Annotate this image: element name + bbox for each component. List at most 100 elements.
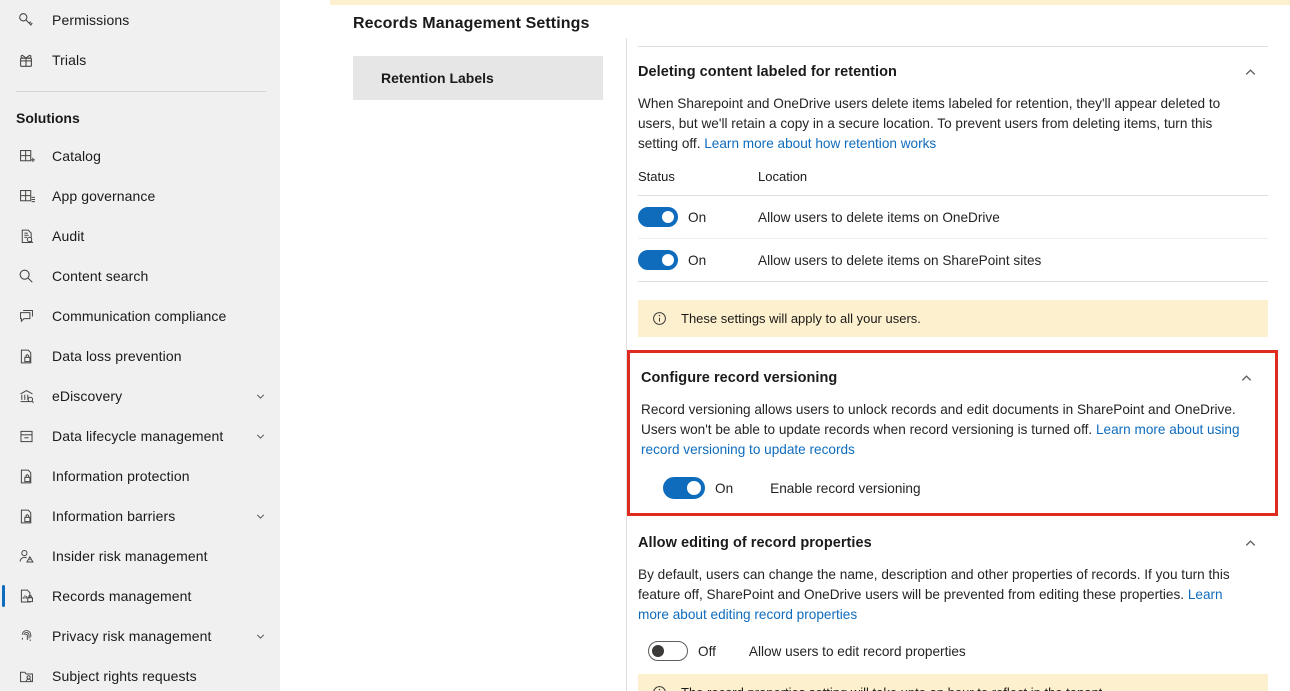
toggle-enable-record-versioning[interactable] <box>663 477 705 499</box>
chevron-down-icon[interactable] <box>254 430 268 443</box>
section-deleting-content: Deleting content labeled for retention W… <box>638 46 1268 337</box>
sidebar-item-label: Content search <box>52 268 149 284</box>
sidebar-item-information-protection[interactable]: Information protection <box>0 456 280 496</box>
sidebar-item-insider-risk-management[interactable]: Insider risk management <box>0 536 280 576</box>
sidebar-item-catalog[interactable]: Catalog <box>0 136 280 176</box>
section-header-record-properties[interactable]: Allow editing of record properties <box>638 516 1268 554</box>
toggle-state-label: On <box>688 252 707 268</box>
sidebar-item-records-management[interactable]: Records management <box>0 576 280 616</box>
status-cell: On <box>638 250 758 270</box>
settings-nav-pane: Retention Labels <box>280 38 627 691</box>
section-allow-editing-record-properties: Allow editing of record properties By de… <box>638 516 1268 691</box>
settings-detail-pane: Deleting content labeled for retention W… <box>627 38 1290 691</box>
section-header-record-versioning[interactable]: Configure record versioning <box>641 363 1264 389</box>
toggle-state-label: On <box>715 480 734 496</box>
sidebar-item-label: Privacy risk management <box>52 628 212 644</box>
sidebar-item-subject-rights-requests[interactable]: Subject rights requests <box>0 656 280 691</box>
toggle-allow-edit-record-properties[interactable] <box>648 641 688 661</box>
chevron-up-icon[interactable] <box>1234 532 1266 554</box>
grid-plus-icon <box>16 146 36 166</box>
chat-icon <box>16 306 36 326</box>
gift-icon <box>16 50 36 70</box>
record-versioning-toggle-row: On Enable record versioning <box>641 477 1264 499</box>
sidebar-item-audit[interactable]: Audit <box>0 216 280 256</box>
chevron-up-icon[interactable] <box>1230 367 1262 389</box>
sidebar-item-label: Insider risk management <box>52 548 208 564</box>
left-navigation: Permissions Trials Solutions Catalog App… <box>0 0 280 691</box>
sidebar-item-label: Communication compliance <box>52 308 227 324</box>
tab-label: Retention Labels <box>381 70 494 86</box>
person-warning-icon <box>16 546 36 566</box>
sidebar-item-trials[interactable]: Trials <box>0 40 280 80</box>
sidebar-item-data-lifecycle-management[interactable]: Data lifecycle management <box>0 416 280 456</box>
toggle-state-label: On <box>688 209 707 225</box>
sidebar-item-label: Records management <box>52 588 192 604</box>
toggle-description-label: Allow users to edit record properties <box>748 643 966 659</box>
document-lock-icon <box>16 466 36 486</box>
tab-retention-labels[interactable]: Retention Labels <box>353 56 603 100</box>
main-content: Records Management Settings Retention La… <box>280 0 1290 691</box>
table-header: Status Location <box>638 169 1268 196</box>
sidebar-item-label: eDiscovery <box>52 388 123 404</box>
info-icon <box>652 311 670 326</box>
sidebar-item-information-barriers[interactable]: Information barriers <box>0 496 280 536</box>
sidebar-item-label: Data lifecycle management <box>52 428 224 444</box>
sidebar-item-label: Data loss prevention <box>52 348 182 364</box>
document-search-icon <box>16 226 36 246</box>
sidebar-group-title-solutions: Solutions <box>16 110 80 126</box>
sidebar-item-content-search[interactable]: Content search <box>0 256 280 296</box>
toggle-description-label: Enable record versioning <box>770 480 921 496</box>
search-icon <box>16 266 36 286</box>
section-description: When Sharepoint and OneDrive users delet… <box>638 94 1250 154</box>
info-banner-all-users: These settings will apply to all your us… <box>638 300 1268 337</box>
sidebar-item-ediscovery[interactable]: eDiscovery <box>0 376 280 416</box>
content-row: Retention Labels Deleting content labele… <box>280 38 1290 691</box>
document-lock-icon <box>16 346 36 366</box>
location-cell: Allow users to delete items on SharePoin… <box>758 252 1042 268</box>
archive-icon <box>16 426 36 446</box>
column-header-status: Status <box>638 169 675 184</box>
toggle-knob <box>662 211 674 223</box>
location-cell: Allow users to delete items on OneDrive <box>758 209 1000 225</box>
sidebar-item-label: Catalog <box>52 148 101 164</box>
info-banner-text: The record properties setting will take … <box>681 685 1106 691</box>
document-chart-lock-icon <box>16 586 36 606</box>
section-title: Configure record versioning <box>641 370 838 386</box>
grid-list-icon <box>16 186 36 206</box>
status-cell: On <box>638 207 758 227</box>
toggle-allow-delete-sharepoint[interactable] <box>638 250 678 270</box>
toggle-knob <box>652 645 664 657</box>
sidebar-item-data-loss-prevention[interactable]: Data loss prevention <box>0 336 280 376</box>
toggle-knob <box>662 254 674 266</box>
key-icon <box>16 10 36 30</box>
info-banner-text: These settings will apply to all your us… <box>681 311 921 326</box>
chevron-up-icon[interactable] <box>1234 61 1266 83</box>
sidebar-item-communication-compliance[interactable]: Communication compliance <box>0 296 280 336</box>
sidebar-item-privacy-risk-management[interactable]: Privacy risk management <box>0 616 280 656</box>
record-properties-toggle-row: Off Allow users to edit record propertie… <box>638 641 1268 661</box>
sidebar-item-label: Information barriers <box>52 508 176 524</box>
sidebar-item-app-governance[interactable]: App governance <box>0 176 280 216</box>
chevron-down-icon[interactable] <box>254 510 268 523</box>
chevron-down-icon[interactable] <box>254 390 268 403</box>
sidebar-item-label: Information protection <box>52 468 190 484</box>
info-icon <box>652 685 670 691</box>
section-header-deleting-content[interactable]: Deleting content labeled for retention <box>638 46 1268 83</box>
column-header-location: Location <box>758 169 808 184</box>
fingerprint-icon <box>16 626 36 646</box>
top-notification-strip <box>330 0 1290 5</box>
toggle-allow-delete-onedrive[interactable] <box>638 207 678 227</box>
toggle-knob <box>687 481 701 495</box>
toggle-state-label: Off <box>698 643 716 659</box>
chevron-down-icon[interactable] <box>254 630 268 643</box>
sidebar-divider <box>16 91 266 92</box>
section-configure-record-versioning: Configure record versioning Record versi… <box>627 350 1278 516</box>
sidebar-item-permissions[interactable]: Permissions <box>0 0 280 40</box>
folder-person-icon <box>16 666 36 686</box>
section-description-text: By default, users can change the name, d… <box>638 567 1230 602</box>
document-lock-icon <box>16 506 36 526</box>
sidebar-item-label: Permissions <box>52 12 130 28</box>
table-row: On Allow users to delete items on ShareP… <box>638 239 1268 282</box>
learn-more-retention-link[interactable]: Learn more about how retention works <box>704 136 936 151</box>
page-title: Records Management Settings <box>353 14 590 32</box>
